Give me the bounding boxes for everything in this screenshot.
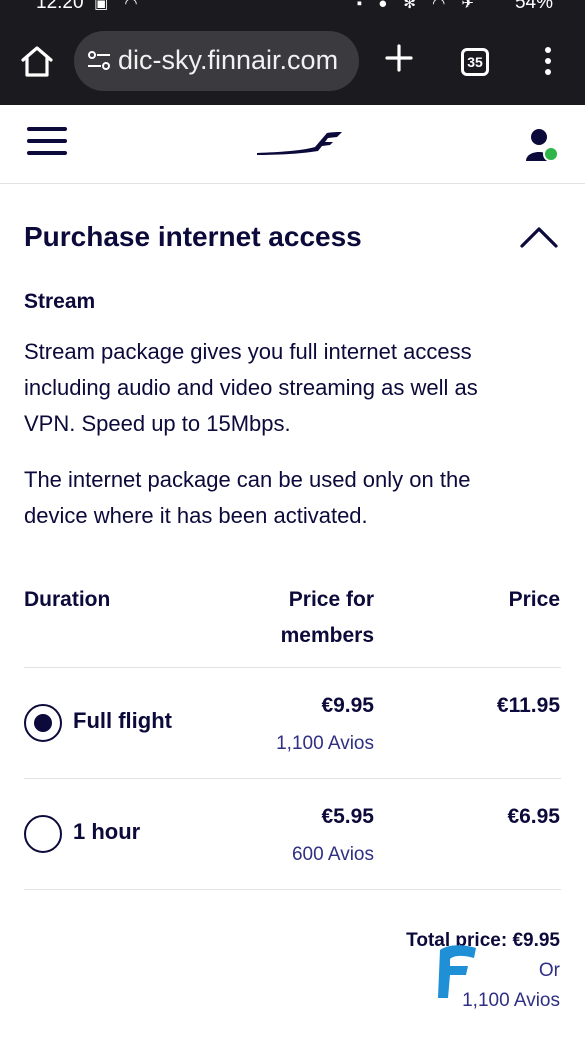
- hamburger-menu-icon[interactable]: [27, 126, 67, 156]
- profile-icon[interactable]: [524, 127, 560, 163]
- app-header: [0, 105, 585, 184]
- option-row-1-hour[interactable]: 1 hour €5.95 600 Avios €6.95: [24, 779, 561, 889]
- section-title: Purchase internet access: [24, 221, 362, 252]
- regular-price: €6.95: [507, 805, 560, 828]
- device-note: The internet package can be used only on…: [24, 467, 471, 528]
- regular-price: €11.95: [496, 694, 560, 717]
- header-members-price: Price for members: [280, 588, 374, 647]
- notification-icons: ▣ ◠: [94, 0, 144, 12]
- status-bar: 12:20 ▣ ◠ ▪ ● ✻ ◠ ✈ 54%: [0, 0, 585, 16]
- browser-toolbar: dic-sky.finnair.com 35: [0, 16, 585, 105]
- finnair-logo[interactable]: [255, 130, 343, 156]
- avios-price: 600 Avios: [291, 844, 374, 865]
- avios-price: 1,100 Avios: [276, 733, 374, 754]
- floating-app-icon[interactable]: [434, 942, 486, 1002]
- address-bar[interactable]: dic-sky.finnair.com: [74, 31, 359, 91]
- option-label: Full flight: [73, 708, 172, 733]
- member-price: €9.95: [321, 694, 374, 717]
- site-settings-icon[interactable]: [86, 48, 112, 74]
- header-duration: Duration: [24, 588, 111, 611]
- radio-full-flight[interactable]: [24, 704, 62, 742]
- divider: [24, 889, 561, 890]
- status-time: 12:20: [36, 0, 84, 13]
- option-label: 1 hour: [73, 819, 141, 844]
- package-name: Stream: [24, 290, 96, 313]
- system-icons: ▪ ● ✻ ◠ ✈: [356, 0, 480, 12]
- option-row-full-flight[interactable]: Full flight €9.95 1,100 Avios €11.95: [24, 668, 561, 778]
- home-icon[interactable]: [18, 42, 56, 80]
- chevron-up-icon[interactable]: [519, 224, 559, 250]
- tab-switcher-button[interactable]: 35: [461, 48, 489, 76]
- header-price: Price: [508, 588, 560, 611]
- new-tab-icon[interactable]: [383, 42, 415, 74]
- url-text: dic-sky.finnair.com: [118, 45, 339, 75]
- radio-selected-dot: [34, 714, 52, 732]
- battery-level: 54%: [514, 0, 553, 13]
- more-menu-icon[interactable]: [542, 46, 554, 76]
- member-price: €5.95: [321, 805, 374, 828]
- radio-1-hour[interactable]: [24, 815, 62, 853]
- package-description: Stream package gives you full internet a…: [24, 339, 478, 436]
